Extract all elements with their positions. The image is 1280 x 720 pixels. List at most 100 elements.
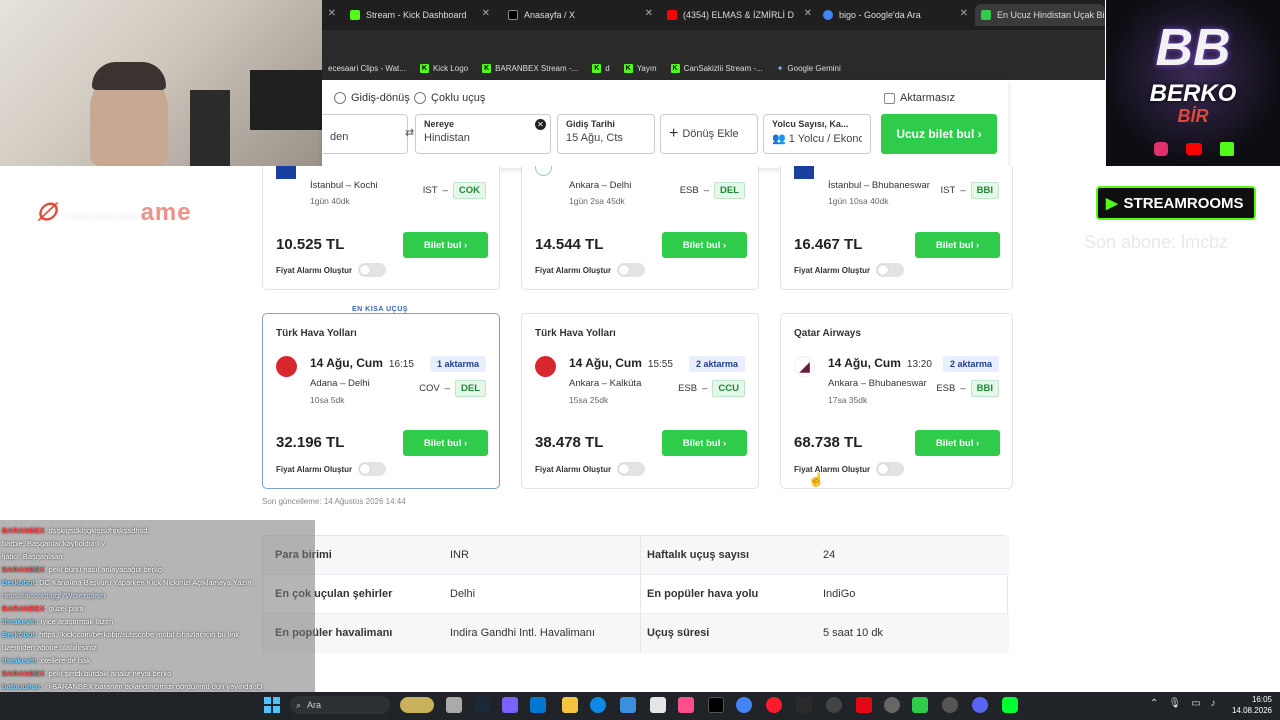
stops-badge: 2 aktarma [942, 356, 999, 372]
photos-icon[interactable] [650, 697, 666, 713]
from-value: den [330, 131, 349, 143]
tab-label: (4354) ELMAS & İZMİRLİ D [683, 10, 795, 20]
duration: 15sa 25dk [569, 395, 609, 405]
tab-kick-dashboard[interactable]: Stream - Kick Dashboard ✕ [344, 4, 494, 26]
passenger-field[interactable]: Yolcu Sayısı, Ka... 👥 1 Yolcu / Ekonor [763, 114, 871, 154]
discord-icon[interactable] [972, 697, 988, 713]
steam-icon[interactable] [474, 697, 490, 713]
app-icon[interactable] [678, 697, 694, 713]
widgets-icon[interactable] [400, 697, 434, 713]
mail-icon[interactable] [620, 697, 636, 713]
close-icon[interactable]: ✕ [328, 8, 336, 19]
close-icon[interactable]: ✕ [482, 8, 490, 19]
bookmark-ecesaari[interactable]: ecesaari Clips - Wat... [328, 64, 406, 73]
last-subscriber: Son abone: lmcbz [1084, 232, 1229, 252]
checkbox-nonstop[interactable]: Aktarmasız [884, 92, 955, 104]
store-icon[interactable] [530, 697, 546, 713]
clear-icon[interactable]: ✕ [535, 119, 546, 130]
opera-icon[interactable] [766, 697, 782, 713]
microphone-icon[interactable]: 🎙 [1168, 698, 1181, 709]
volume-icon[interactable]: ♪ [1211, 698, 1216, 709]
chrome-icon[interactable] [736, 697, 752, 713]
task-view-icon[interactable] [446, 697, 462, 713]
alarm-toggle[interactable] [876, 263, 905, 277]
chat-text: : iyice araştırmak lazım [36, 617, 114, 626]
bookmark-gemini[interactable]: ✦ Google Gemini [777, 64, 841, 73]
chat-user: BARANBEX [2, 604, 45, 613]
obs-icon[interactable] [884, 697, 900, 713]
tab-google[interactable]: bigo - Google'da Ara ✕ [817, 4, 972, 26]
alarm-toggle[interactable] [358, 462, 387, 476]
chat-message: https://discord.gg/7Wrzezq9am [0, 589, 315, 602]
chat-message: BARANBEX: peki şimdi burdaki analiz neyd… [0, 667, 315, 680]
taskbar-clock[interactable]: 16:05 14.08.2026 [1232, 694, 1272, 716]
to-field[interactable]: Nereye Hindistan ✕ [415, 114, 551, 154]
price-alarm[interactable]: Fiyat Alarmı Oluştur [276, 263, 387, 277]
alarm-toggle[interactable] [617, 462, 646, 476]
radio-round-trip[interactable]: Gidiş-dönüş [334, 92, 410, 104]
price-alarm[interactable]: Fiyat Alarmı Oluştur [535, 462, 646, 476]
tab-youtube[interactable]: (4354) ELMAS & İZMİRLİ D ✕ [661, 4, 816, 26]
find-ticket-button[interactable]: Bilet bul › [915, 232, 1000, 258]
edge-icon[interactable] [590, 697, 606, 713]
find-ticket-button[interactable]: Bilet bul › [915, 430, 1000, 456]
alarm-toggle[interactable] [876, 462, 905, 476]
speedometer-icon[interactable] [826, 697, 842, 713]
netflix-icon[interactable] [856, 697, 872, 713]
address-bar[interactable] [322, 30, 1105, 56]
alarm-toggle[interactable] [617, 263, 646, 277]
taskbar-search[interactable]: ⌕ Ara [290, 696, 390, 714]
checkbox[interactable] [884, 92, 895, 104]
find-ticket-button[interactable]: Bilet bul › [403, 430, 488, 456]
folder-icon[interactable] [562, 697, 578, 713]
channel-logo: ∅ ▬▬▬ame [36, 198, 192, 227]
chat-user: batuuuhan [2, 682, 41, 691]
epic-games-icon[interactable] [796, 697, 812, 713]
tab-enucuz[interactable]: En Ucuz Hindistan Uçak Bileti [975, 4, 1105, 26]
bookmark-kick-logo[interactable]: K Kick Logo [419, 63, 468, 73]
add-return-field[interactable]: + Dönüş Ekle [660, 114, 758, 154]
chat-text: barbie: Başganlar kayboldum v [2, 539, 105, 548]
radio-multi-city[interactable]: Çoklu uçuş [414, 92, 485, 104]
copilot-icon[interactable] [502, 697, 518, 713]
app-green-icon[interactable] [912, 697, 928, 713]
bookmark-cansakizlii[interactable]: K CanSakizlii Stream -... [670, 63, 763, 73]
tab-x[interactable]: Anasayfa / X ✕ [502, 4, 657, 26]
price-alarm[interactable]: Fiyat Alarmı Oluştur [276, 462, 387, 476]
network-icon[interactable]: ▭ [1191, 698, 1200, 709]
tiktok-icon[interactable] [708, 697, 724, 713]
bookmark-yayin[interactable]: K Yayın [623, 63, 657, 73]
info-row: En çok uçulan şehirler Delhi En popüler … [263, 575, 1009, 614]
alarm-toggle[interactable] [358, 263, 387, 277]
close-icon[interactable]: ✕ [804, 8, 812, 19]
chat-message: ljátici: Başganlaarr [0, 550, 315, 563]
chevron-up-icon[interactable]: ⌃ [1150, 698, 1158, 709]
bookmark-label: d [605, 63, 610, 73]
radio-circle[interactable] [334, 92, 346, 104]
from-field[interactable]: den [322, 114, 408, 154]
close-icon[interactable]: ✕ [960, 8, 968, 19]
find-ticket-button[interactable]: Bilet bul › [662, 232, 747, 258]
search-flights-button[interactable]: Ucuz bilet bul › [881, 114, 997, 154]
find-ticket-button[interactable]: Bilet bul › [662, 430, 747, 456]
system-tray[interactable]: ⌃ 🎙 ▭ ♪ [1150, 698, 1216, 709]
tab-partial-close[interactable]: ✕ [322, 4, 342, 26]
chat-text: : otellere de bak [36, 656, 90, 665]
bookmark-d[interactable]: Kd [592, 63, 610, 73]
radio-circle[interactable] [414, 92, 426, 104]
price: 16.467 TL [794, 236, 863, 253]
github-icon[interactable] [942, 697, 958, 713]
destination-code: DEL [455, 380, 486, 397]
to-value: Hindistan [424, 132, 470, 144]
close-icon[interactable]: ✕ [645, 8, 653, 19]
swap-icon[interactable]: ⇄ [405, 126, 414, 139]
browser-tab-bar: ✕ Stream - Kick Dashboard ✕ Anasayfa / X ✕… [322, 0, 1105, 30]
find-ticket-button[interactable]: Bilet bul › [403, 232, 488, 258]
windows-start-icon[interactable] [264, 697, 280, 713]
departure-date-field[interactable]: Gidiş Tarihi 15 Ağu, Cts [557, 114, 655, 154]
price-alarm[interactable]: Fiyat Alarmı Oluştur [535, 263, 646, 277]
price-alarm[interactable]: Fiyat Alarmı Oluştur [794, 263, 905, 277]
bookmark-baranbex[interactable]: K BARANBEX Stream -... [482, 63, 578, 73]
route: Ankara – Delhi [569, 180, 632, 191]
app-icon[interactable] [1002, 697, 1018, 713]
